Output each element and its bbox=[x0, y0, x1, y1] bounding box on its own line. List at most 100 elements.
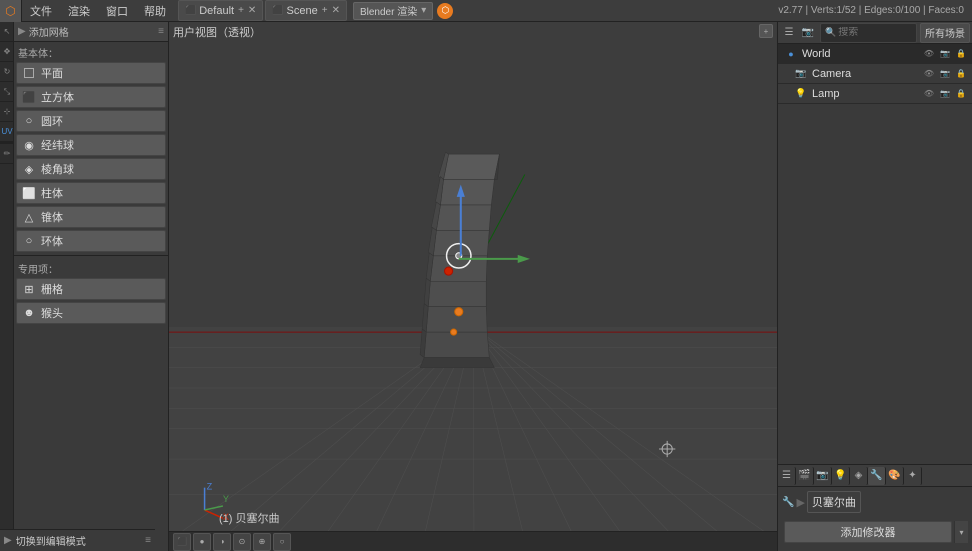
tool-icon-move[interactable]: ✥ bbox=[0, 42, 14, 62]
blender-app-icon[interactable]: ⬡ bbox=[0, 0, 22, 22]
add-modifier-row: 添加修改器 ▾ bbox=[782, 517, 968, 547]
mesh-monkey-button[interactable]: ☻ 猴头 bbox=[16, 302, 166, 324]
workspace-tabs: ⬛ Default + ✕ ⬛ Scene + ✕ bbox=[178, 0, 349, 21]
tool-icon-rotate[interactable]: ↻ bbox=[0, 62, 14, 82]
viewport-snap-icon[interactable]: ⊕ bbox=[253, 533, 271, 551]
world-visibility-icon[interactable]: 👁 bbox=[922, 47, 936, 61]
menu-window[interactable]: 窗口 bbox=[98, 0, 136, 21]
viewport-proportional-icon[interactable]: ○ bbox=[273, 533, 291, 551]
viewport-pivot-icon[interactable]: ⊙ bbox=[233, 533, 251, 551]
world-icon: ● bbox=[784, 47, 798, 61]
camera-item-actions: 👁 📷 🔒 bbox=[922, 67, 968, 81]
mesh-cube-icon: ⬛ bbox=[21, 89, 37, 105]
right-panel-icon-4[interactable]: 💡 bbox=[832, 467, 850, 485]
edit-mode-button[interactable]: ▶ 切换到编辑模式 ≡ bbox=[0, 529, 155, 551]
menu-items: 文件 渲染 窗口 帮助 bbox=[22, 0, 174, 21]
world-lock-icon[interactable]: 🔒 bbox=[954, 47, 968, 61]
camera-visibility-icon[interactable]: 👁 bbox=[922, 67, 936, 81]
mesh-cube-button[interactable]: ⬛ 立方体 bbox=[16, 86, 166, 108]
mesh-cylinder-button[interactable]: ⬜ 柱体 bbox=[16, 182, 166, 204]
mesh-monkey-icon: ☻ bbox=[21, 305, 37, 321]
right-panel-icon-3[interactable]: 📷 bbox=[814, 467, 832, 485]
path-object-name: 贝塞尔曲 bbox=[807, 491, 861, 513]
lamp-lock-icon[interactable]: 🔒 bbox=[954, 87, 968, 101]
top-menubar: ⬡ 文件 渲染 窗口 帮助 ⬛ Default + ✕ ⬛ Scene + ✕ … bbox=[0, 0, 972, 22]
version-info: v2.77 | Verts:1/52 | Edges:0/100 | Faces… bbox=[778, 5, 972, 16]
viewport-maximize-button[interactable]: + bbox=[759, 24, 773, 38]
camera-render-icon[interactable]: 📷 bbox=[938, 67, 952, 81]
blender-logo-icon: ⬡ bbox=[437, 3, 453, 19]
mesh-cone-button[interactable]: △ 锥体 bbox=[16, 206, 166, 228]
edit-mode-dots-icon: ≡ bbox=[145, 535, 151, 546]
right-panel-icon-1[interactable]: ☰ bbox=[778, 467, 796, 485]
mesh-icosphere-icon: ◈ bbox=[21, 161, 37, 177]
menu-file[interactable]: 文件 bbox=[22, 0, 60, 21]
right-panel-icon-2[interactable]: 🎬 bbox=[796, 467, 814, 485]
menu-help[interactable]: 帮助 bbox=[136, 0, 174, 21]
tool-icon-transform[interactable]: ⊹ bbox=[0, 102, 14, 122]
right-panel-icon-7[interactable]: 🎨 bbox=[886, 467, 904, 485]
tool-icon-scale[interactable]: ⤡ bbox=[0, 82, 14, 102]
right-panel: ☰ 📷 🔍 所有场景 ● World 👁 📷 🔒 📷 bbox=[777, 22, 972, 551]
svg-text:Y: Y bbox=[223, 494, 229, 504]
scene-item-lamp[interactable]: 💡 Lamp 👁 📷 🔒 bbox=[778, 84, 972, 104]
viewport-shading-icon[interactable]: ◑ bbox=[213, 533, 231, 551]
mesh-cone-icon: △ bbox=[21, 209, 37, 225]
camera-item-icon: 📷 bbox=[794, 67, 808, 81]
mesh-icosphere-button[interactable]: ◈ 棱角球 bbox=[16, 158, 166, 180]
world-item-actions: 👁 📷 🔒 bbox=[922, 47, 968, 61]
right-panel-view-icon[interactable]: ☰ bbox=[780, 24, 798, 42]
right-panel-icon-5[interactable]: ◈ bbox=[850, 467, 868, 485]
search-input[interactable] bbox=[838, 27, 912, 38]
mesh-circle-button[interactable]: ○ 圆环 bbox=[16, 110, 166, 132]
left-panel: ▶ 添加网格 ≡ 基本体： 平面 ⬛ 立方体 ○ 圆环 ◉ 经纬球 ◈ 棱角球 … bbox=[14, 22, 169, 551]
right-panel-icon-8[interactable]: ✦ bbox=[904, 467, 922, 485]
add-modifier-dropdown[interactable]: ▾ bbox=[954, 521, 968, 543]
mesh-uvsphere-icon: ◉ bbox=[21, 137, 37, 153]
tool-icon-cursor[interactable]: ↖ bbox=[0, 22, 14, 42]
render-engine-button[interactable]: 贝塞尔曲 Blender 渲染 ▾ bbox=[353, 2, 433, 20]
mesh-plane-button[interactable]: 平面 bbox=[16, 62, 166, 84]
properties-content: 🔧 ▶ 贝塞尔曲 添加修改器 ▾ bbox=[778, 487, 972, 551]
left-panel-header: ▶ 添加网格 ≡ bbox=[14, 22, 168, 42]
viewport-grid: Z X Y bbox=[169, 22, 777, 541]
tool-icon-uv[interactable]: UV bbox=[0, 122, 14, 142]
mesh-torus-icon: ○ bbox=[21, 233, 37, 249]
search-icon: 🔍 bbox=[825, 27, 836, 38]
tab-default[interactable]: ⬛ Default + ✕ bbox=[178, 0, 263, 21]
menu-render[interactable]: 渲染 bbox=[60, 0, 98, 21]
scene-list: ● World 👁 📷 🔒 📷 Camera 👁 📷 🔒 bbox=[778, 44, 972, 464]
left-panel-dots[interactable]: ≡ bbox=[158, 26, 164, 37]
viewport-render-icon[interactable]: ● bbox=[193, 533, 211, 551]
right-panel-icon-6[interactable]: 🔧 bbox=[868, 467, 886, 485]
right-tab-icons: ☰ 📷 🔍 所有场景 bbox=[778, 22, 972, 44]
all-scenes-button[interactable]: 所有场景 bbox=[920, 23, 970, 43]
scene-item-camera[interactable]: 📷 Camera 👁 📷 🔒 bbox=[778, 64, 972, 84]
main-area: ↖ ✥ ↻ ⤡ ⊹ UV ✏ ▶ 添加网格 ≡ 基本体： 平面 ⬛ 立方体 ○ … bbox=[0, 22, 972, 551]
left-tool-strip: ↖ ✥ ↻ ⤡ ⊹ UV ✏ bbox=[0, 22, 14, 551]
viewport-mode-icon[interactable]: ⬛ bbox=[173, 533, 191, 551]
world-render-icon[interactable]: 📷 bbox=[938, 47, 952, 61]
path-separator: ▶ bbox=[796, 496, 804, 509]
mesh-torus-button[interactable]: ○ 环体 bbox=[16, 230, 166, 252]
add-modifier-button[interactable]: 添加修改器 bbox=[784, 521, 952, 543]
tab-scene[interactable]: ⬛ Scene + ✕ bbox=[265, 0, 347, 21]
mesh-plane-icon bbox=[21, 65, 37, 81]
lamp-render-icon[interactable]: 📷 bbox=[938, 87, 952, 101]
lamp-visibility-icon[interactable]: 👁 bbox=[922, 87, 936, 101]
right-panel-camera-icon[interactable]: 📷 bbox=[799, 24, 817, 42]
tool-icon-edit[interactable]: ✏ bbox=[0, 144, 14, 164]
scene-item-world[interactable]: ● World 👁 📷 🔒 bbox=[778, 44, 972, 64]
viewport[interactable]: 用户视图（透视） + bbox=[169, 22, 777, 551]
mesh-grid-button[interactable]: ⊞ 栅格 bbox=[16, 278, 166, 300]
search-bar[interactable]: 🔍 bbox=[820, 23, 917, 43]
left-panel-title: ▶ 添加网格 bbox=[18, 24, 69, 39]
lamp-label: Lamp bbox=[812, 88, 922, 100]
special-section-title: 专用项： bbox=[14, 258, 168, 277]
mesh-uvsphere-button[interactable]: ◉ 经纬球 bbox=[16, 134, 166, 156]
camera-label: Camera bbox=[812, 68, 922, 80]
properties-tab-bar: ☰ 🎬 📷 💡 ◈ 🔧 🎨 ✦ bbox=[778, 465, 972, 487]
section-divider bbox=[14, 255, 168, 256]
mesh-cylinder-icon: ⬜ bbox=[21, 185, 37, 201]
camera-lock-icon[interactable]: 🔒 bbox=[954, 67, 968, 81]
